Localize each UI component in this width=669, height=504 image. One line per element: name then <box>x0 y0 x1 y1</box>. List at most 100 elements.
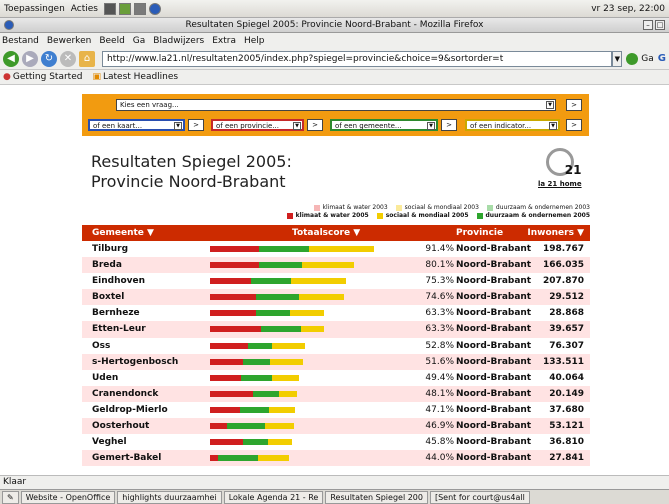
municipality-link[interactable]: Geldrop-Mierlo <box>92 405 168 415</box>
table-row: Eindhoven 75.3% Noord-Brabant 207.870 <box>82 273 590 289</box>
municipality-select[interactable]: of een gemeente... ▼ <box>330 119 438 131</box>
menu-bladwijzers[interactable]: Bladwijzers <box>153 36 204 46</box>
score-bar <box>210 423 295 430</box>
score-value: 47.1% <box>425 404 454 415</box>
population-value: 36.810 <box>549 437 584 448</box>
table-row: Oss 52.8% Noord-Brabant 76.307 <box>82 338 590 354</box>
chevron-down-icon: ▼ <box>293 122 301 130</box>
province-name: Noord-Brabant <box>456 421 532 432</box>
bookmark-latest-headlines[interactable]: Latest Headlines <box>103 72 178 82</box>
go-icon[interactable] <box>626 52 639 65</box>
menu-beeld[interactable]: Beeld <box>99 36 124 46</box>
indicator-select[interactable]: of een indicator... ▼ <box>465 119 560 131</box>
question-select[interactable]: Kies een vraag... ▼ <box>116 99 556 111</box>
municipality-link[interactable]: s-Hertogenbosch <box>92 357 178 367</box>
menu-bewerken[interactable]: Bewerken <box>47 36 91 46</box>
population-value: 166.035 <box>543 260 584 271</box>
page-title-line1: Resultaten Spiegel 2005: <box>91 152 292 171</box>
score-segment <box>248 342 272 349</box>
municipality-link[interactable]: Tilburg <box>92 244 128 254</box>
menu-ga[interactable]: Ga <box>133 36 146 46</box>
window-titlebar: Resultaten Spiegel 2005: Provincie Noord… <box>0 18 669 33</box>
sort-totaalscore[interactable]: Totaalscore ▼ <box>292 228 360 238</box>
editor-icon[interactable] <box>133 2 146 15</box>
score-segment <box>257 455 290 462</box>
legend-swatch <box>286 212 293 219</box>
table-row: Breda 80.1% Noord-Brabant 166.035 <box>82 257 590 274</box>
municipality-link[interactable]: Cranendonck <box>92 389 158 399</box>
terminal-icon[interactable] <box>103 2 116 15</box>
back-icon[interactable]: ◀ <box>3 50 19 67</box>
menu-help[interactable]: Help <box>244 36 265 46</box>
apps-menu[interactable]: Toepassingen <box>4 4 65 14</box>
province-name: Noord-Brabant <box>456 437 532 448</box>
score-segment <box>289 310 324 317</box>
question-go-button[interactable]: > <box>566 99 582 111</box>
stop-icon[interactable]: ✕ <box>60 50 76 67</box>
province-select[interactable]: of een provincie... ▼ <box>211 119 304 131</box>
url-dropdown-button[interactable]: ▼ <box>612 50 623 67</box>
municipality-link[interactable]: Veghel <box>92 437 127 447</box>
municipality-link[interactable]: Eindhoven <box>92 276 145 286</box>
score-segment <box>210 406 240 413</box>
municipality-link[interactable]: Uden <box>92 373 118 383</box>
province-name: Noord-Brabant <box>456 292 532 303</box>
map-select[interactable]: of een kaart... ▼ <box>88 119 185 131</box>
clock[interactable]: vr 23 sep, 22:00 <box>591 4 665 14</box>
go-button[interactable]: Ga <box>641 54 654 64</box>
task-openoffice[interactable]: Website - OpenOffice <box>20 491 116 504</box>
score-bar <box>210 406 295 413</box>
province-name: Noord-Brabant <box>456 324 532 335</box>
page-content: Kies een vraag... ▼ > of een kaart... ▼ … <box>0 86 669 475</box>
google-search-icon[interactable]: G <box>658 53 666 64</box>
reload-icon[interactable]: ↻ <box>41 50 57 67</box>
firefox-icon[interactable] <box>148 2 161 15</box>
actions-menu[interactable]: Acties <box>71 4 98 14</box>
map-go-button[interactable]: > <box>188 119 204 131</box>
spreadsheet-icon[interactable] <box>118 2 131 15</box>
bookmark-getting-started[interactable]: Getting Started <box>13 72 83 82</box>
menu-bestand[interactable]: Bestand <box>2 36 39 46</box>
score-segment <box>279 390 297 397</box>
menu-extra[interactable]: Extra <box>212 36 236 46</box>
indicator-go-button[interactable]: > <box>566 119 582 131</box>
municipality-link[interactable]: Breda <box>92 260 122 270</box>
home-icon[interactable]: ⌂ <box>79 50 95 67</box>
la21-home-link[interactable]: la 21 home <box>538 180 582 188</box>
task-lokale-agenda[interactable]: Lokale Agenda 21 - Re <box>223 491 324 504</box>
table-row: Uden 49.4% Noord-Brabant 40.064 <box>82 370 590 386</box>
municipality-link[interactable]: Etten-Leur <box>92 324 146 334</box>
score-segment <box>291 278 346 285</box>
legend-swatch <box>376 212 383 219</box>
forward-icon[interactable]: ▶ <box>22 50 38 67</box>
legend-label: klimaat & water 2003 <box>322 204 388 211</box>
population-value: 29.512 <box>549 292 584 303</box>
municipality-link[interactable]: Oss <box>92 341 110 351</box>
menubar: Bestand Bewerken Beeld Ga Bladwijzers Ex… <box>0 33 669 48</box>
score-segment <box>308 246 375 252</box>
municipality-link[interactable]: Gemert-Bakel <box>92 453 161 463</box>
chevron-down-icon: ▼ <box>549 122 557 130</box>
sort-inwoners[interactable]: Inwoners ▼ <box>527 228 584 238</box>
municipality-link[interactable]: Boxtel <box>92 292 124 302</box>
navigation-toolbar: ◀ ▶ ↻ ✕ ⌂ http://www.la21.nl/resultaten2… <box>0 48 669 70</box>
legend: klimaat & water 2003 sociaal & mondiaal … <box>252 204 590 220</box>
task-resultaten[interactable]: Resultaten Spiegel 200 <box>325 491 428 504</box>
score-segment <box>259 246 309 252</box>
municipality-go-button[interactable]: > <box>441 119 457 131</box>
score-value: 48.1% <box>425 388 454 399</box>
task-highlights[interactable]: highlights duurzaamhei <box>117 491 222 504</box>
score-segment <box>242 358 271 365</box>
score-bar <box>210 358 303 365</box>
municipality-link[interactable]: Oosterhout <box>92 421 149 431</box>
legend-label: klimaat & water 2005 <box>295 212 369 219</box>
task-mail[interactable]: [Sent for court@us4all <box>429 491 530 504</box>
show-desktop-icon[interactable]: ✎ <box>2 491 19 504</box>
score-value: 74.6% <box>425 292 454 303</box>
la21-logo[interactable]: 21 la 21 home <box>538 148 582 188</box>
url-input[interactable]: http://www.la21.nl/resultaten2005/index.… <box>102 50 613 67</box>
sort-gemeente[interactable]: Gemeente ▼ <box>92 228 154 238</box>
province-go-button[interactable]: > <box>307 119 323 131</box>
municipality-link[interactable]: Bernheze <box>92 308 140 318</box>
score-segment <box>253 390 280 397</box>
